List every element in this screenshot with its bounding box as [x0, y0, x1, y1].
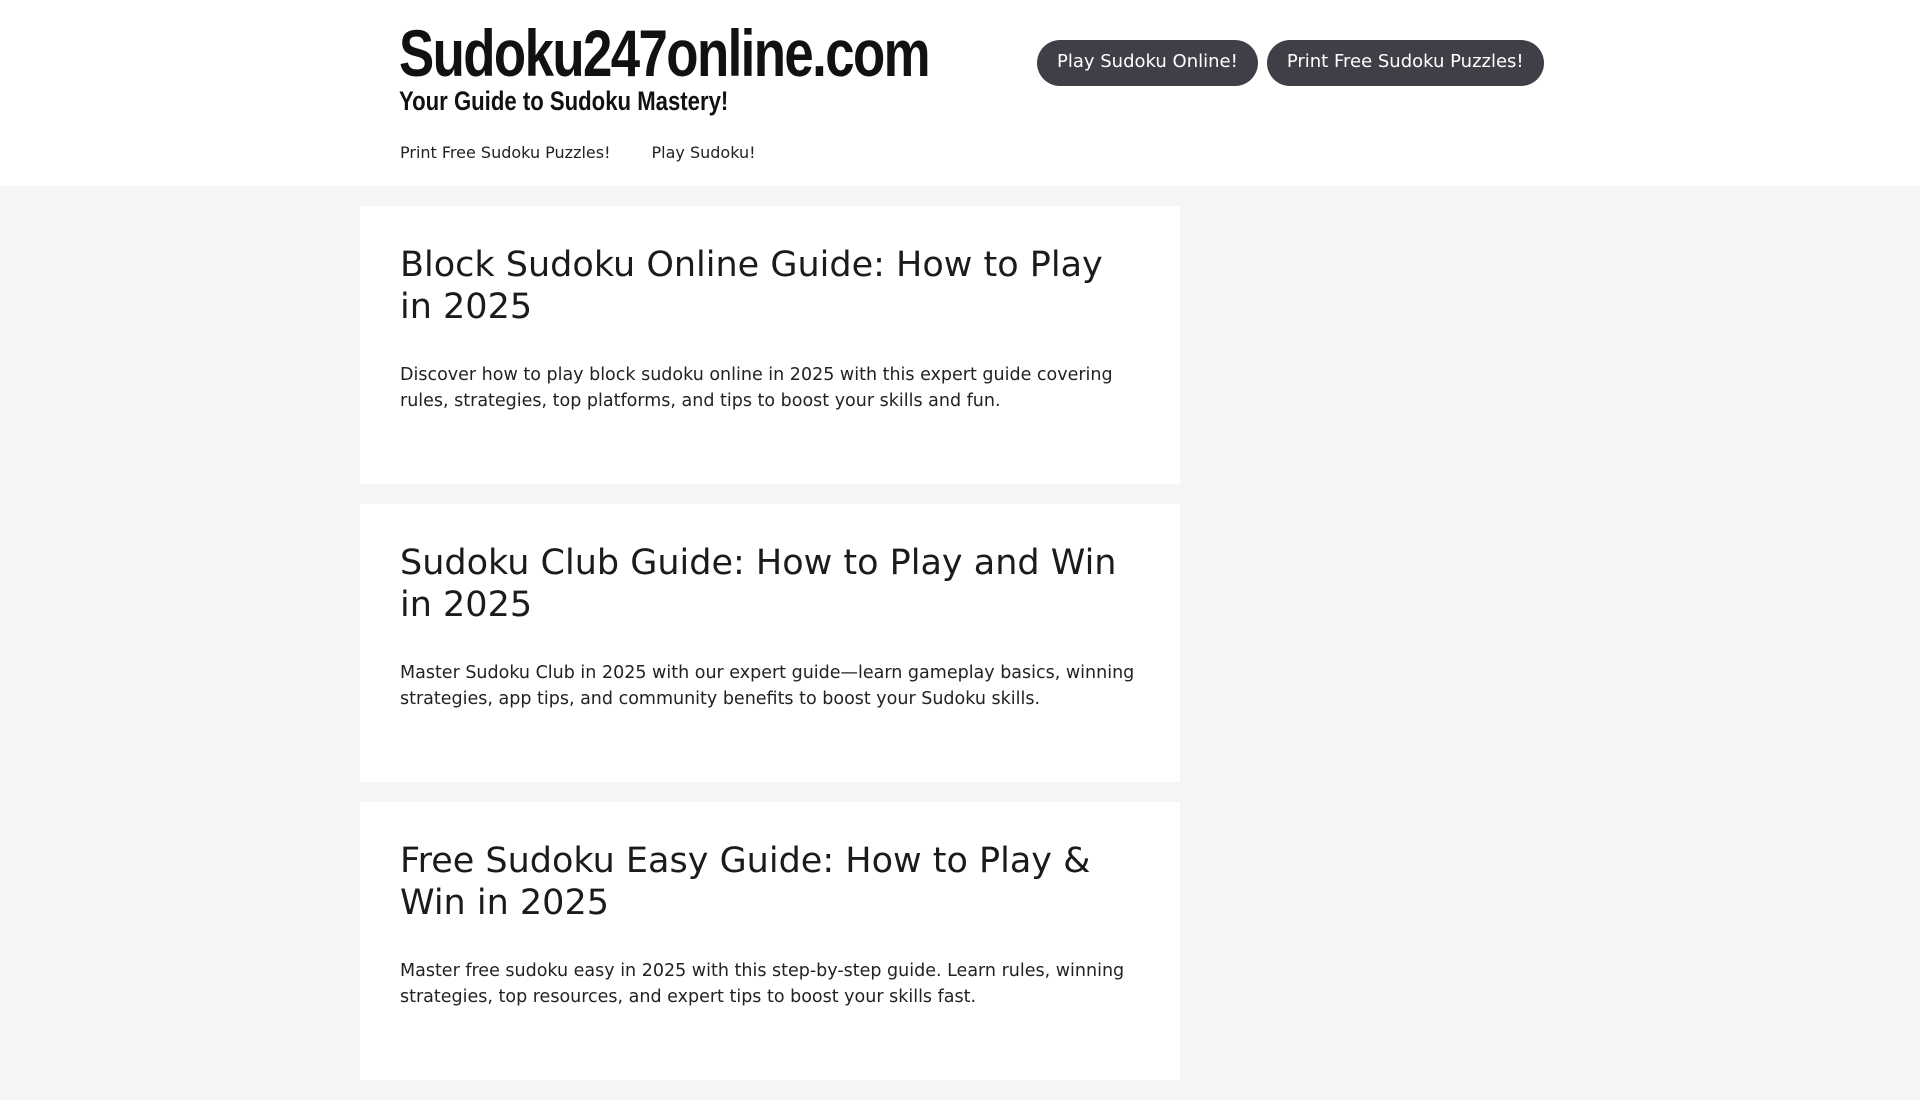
post-card: Free Sudoku Easy Guide: How to Play & Wi… [360, 802, 1180, 1080]
post-excerpt: Master Sudoku Club in 2025 with our expe… [400, 663, 1135, 709]
site-tagline: Your Guide to Sudoku Mastery! [399, 86, 729, 116]
post-title[interactable]: Block Sudoku Online Guide: How to Play i… [400, 244, 1140, 328]
print-free-puzzles-button[interactable]: Print Free Sudoku Puzzles! [1266, 40, 1544, 86]
header-buttons: Play Sudoku Online! Print Free Sudoku Pu… [1037, 40, 1544, 86]
site-title[interactable]: Sudoku247online.com [399, 18, 931, 88]
post-title[interactable]: Free Sudoku Easy Guide: How to Play & Wi… [400, 840, 1140, 924]
site-header: Sudoku247online.com Your Guide to Sudoku… [0, 0, 1920, 186]
post-card: Sudoku Club Guide: How to Play and Win i… [360, 504, 1180, 782]
play-sudoku-online-button[interactable]: Play Sudoku Online! [1037, 40, 1258, 86]
nav-item-play-sudoku[interactable]: Play Sudoku! [652, 143, 756, 162]
post-excerpt: Master free sudoku easy in 2025 with thi… [400, 961, 1125, 1007]
post-list: Block Sudoku Online Guide: How to Play i… [360, 206, 1180, 1100]
post-card: Block Sudoku Online Guide: How to Play i… [360, 206, 1180, 484]
site-logo[interactable]: Sudoku247online.com Your Guide to Sudoku… [399, 18, 959, 116]
post-title[interactable]: Sudoku Club Guide: How to Play and Win i… [400, 542, 1140, 626]
main-nav: Print Free Sudoku Puzzles! Play Sudoku! [400, 143, 756, 162]
post-excerpt: Discover how to play block sudoku online… [400, 365, 1113, 411]
nav-item-print-free-puzzles[interactable]: Print Free Sudoku Puzzles! [400, 143, 611, 162]
